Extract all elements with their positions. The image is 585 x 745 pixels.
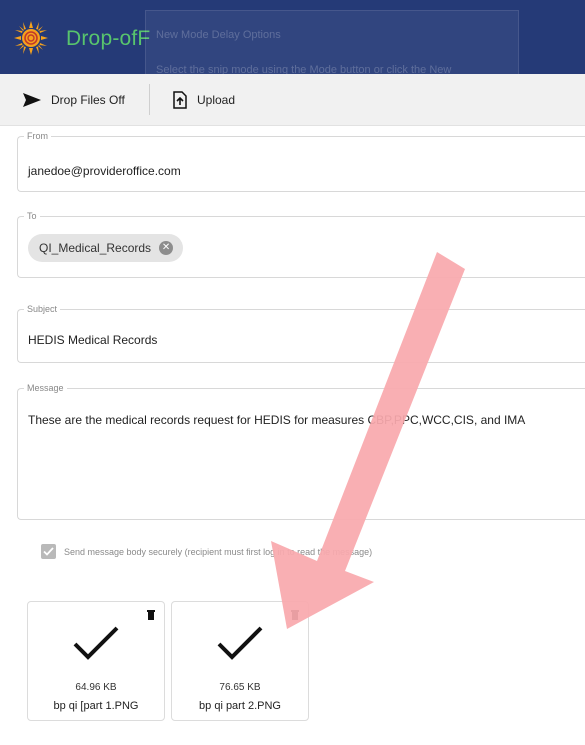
- recipient-chip-label: QI_Medical_Records: [39, 241, 152, 255]
- upload-button[interactable]: Upload: [172, 74, 235, 125]
- subject-value: HEDIS Medical Records: [28, 333, 158, 347]
- upload-icon: [173, 90, 187, 109]
- to-legend: To: [24, 211, 40, 221]
- remove-recipient-icon[interactable]: ✕: [159, 241, 174, 255]
- recipient-chip[interactable]: QI_Medical_Records ✕: [28, 234, 183, 262]
- trash-icon[interactable]: [291, 610, 299, 620]
- attachment-size: 76.65 KB: [219, 682, 261, 693]
- checkmark-icon: [43, 547, 54, 556]
- attachment-size: 64.96 KB: [75, 682, 117, 693]
- secure-label: Send message body securely (recipient mu…: [64, 546, 373, 557]
- upload-label: Upload: [197, 92, 236, 107]
- toolbar-divider: [149, 84, 150, 115]
- secure-checkbox[interactable]: [41, 544, 56, 559]
- drop-files-off-button[interactable]: Drop Files Off: [22, 74, 125, 125]
- attachment-card[interactable]: 64.96 KB bp qi [part 1.PNG: [27, 601, 165, 721]
- attachment-card[interactable]: 76.65 KB bp qi part 2.PNG: [171, 601, 309, 721]
- app-header: Drop-ofF New Mode Delay Options Select t…: [0, 0, 585, 240]
- logo-sun-icon: [14, 21, 48, 55]
- message-value: These are the medical records request fo…: [28, 413, 526, 427]
- subject-legend: Subject: [24, 304, 61, 314]
- message-field[interactable]: Message These are the medical records re…: [17, 383, 585, 520]
- drop-files-off-label: Drop Files Off: [51, 92, 125, 107]
- subject-field[interactable]: Subject HEDIS Medical Records: [17, 304, 585, 363]
- send-icon: [23, 92, 41, 107]
- toolbar: Drop Files Off Upload: [0, 74, 585, 126]
- upload-complete-check-icon: [217, 626, 263, 660]
- upload-complete-check-icon: [73, 626, 119, 660]
- trash-icon[interactable]: [147, 610, 155, 620]
- from-legend: From: [24, 131, 51, 141]
- to-field[interactable]: To QI_Medical_Records ✕: [17, 211, 585, 278]
- overlay-toolbar-text: New Mode Delay Options: [156, 29, 281, 41]
- from-field[interactable]: From janedoe@provideroffice.com: [17, 131, 585, 192]
- attachment-name: bp qi [part 1.PNG: [53, 700, 139, 712]
- secure-message-option[interactable]: Send message body securely (recipient mu…: [41, 544, 372, 559]
- message-legend: Message: [24, 383, 67, 393]
- from-value: janedoe@provideroffice.com: [28, 164, 181, 178]
- attachment-name: bp qi part 2.PNG: [199, 700, 281, 712]
- app-title: Drop-ofF: [66, 27, 151, 50]
